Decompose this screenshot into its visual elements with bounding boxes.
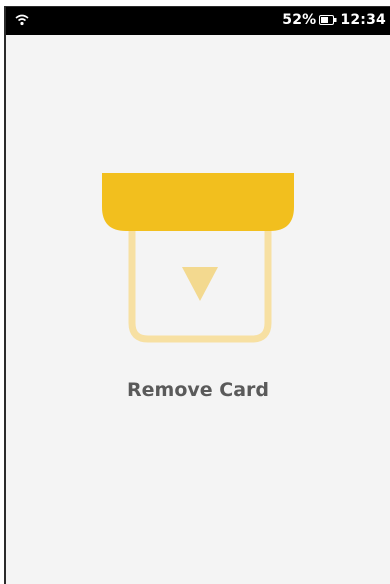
- status-indicators: 52% 12:34: [282, 11, 386, 29]
- down-arrow-icon: [182, 267, 218, 301]
- clock: 12:34: [340, 12, 386, 28]
- status-bar: 52% 12:34: [6, 7, 390, 35]
- wifi-icon: [15, 14, 29, 26]
- remove-card-illustration: [102, 173, 294, 343]
- screen: 52% 12:34 Remove Card: [4, 6, 390, 584]
- battery-percent: 52%: [282, 12, 317, 28]
- battery-icon: [319, 15, 337, 25]
- remove-card-message: Remove Card: [127, 379, 269, 401]
- card-reader-slot-icon: [102, 173, 294, 231]
